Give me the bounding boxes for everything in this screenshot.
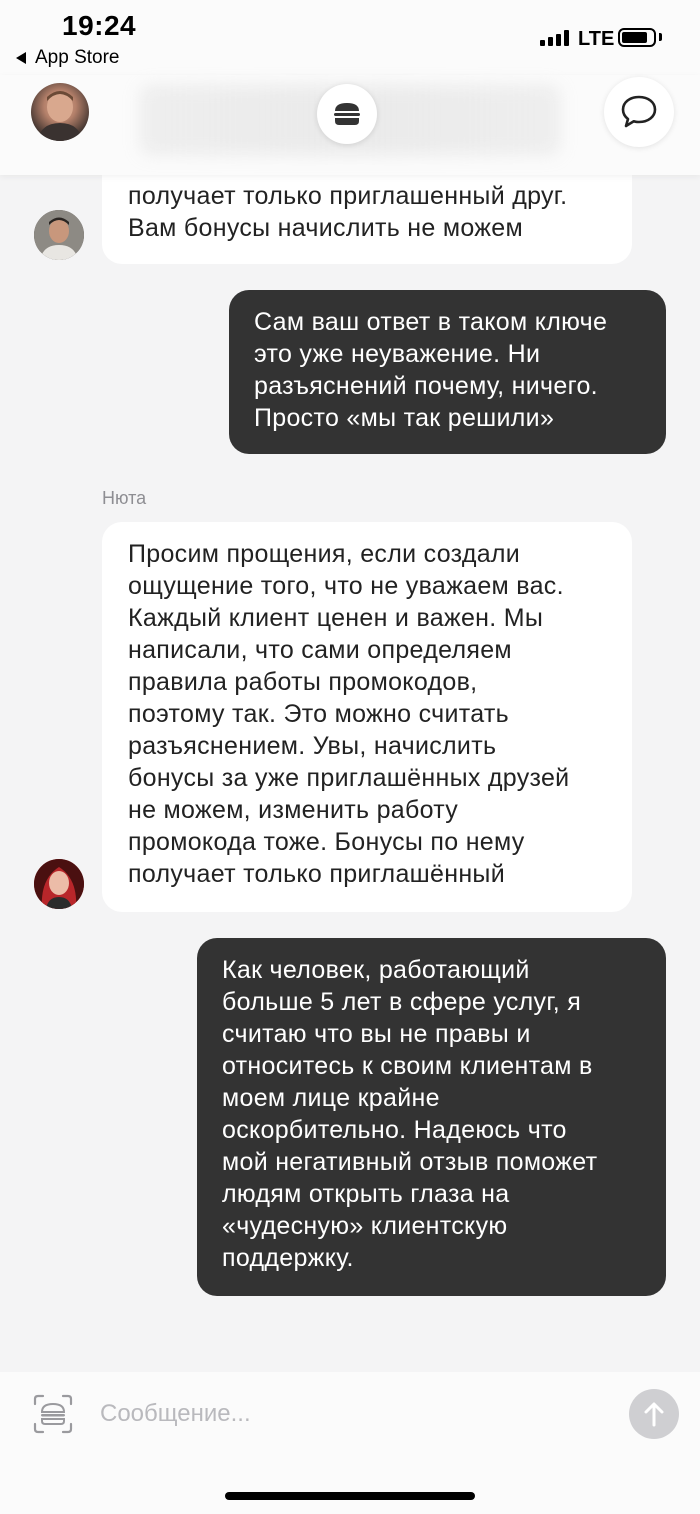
message-line: Каждый клиент ценен и важен. Мы (128, 604, 544, 632)
message-line: поддержку. (222, 1244, 354, 1272)
message-composer (0, 1372, 700, 1514)
status-bar: 19:24 App Store LTE (0, 0, 700, 75)
message-line: относитесь к своим клиентам в (222, 1052, 593, 1080)
message-line: людям открыть глаза на (222, 1180, 510, 1208)
message-line: правила работы промокодов, (128, 668, 478, 696)
burger-icon (334, 103, 360, 125)
message-line: получает только приглашённый (128, 860, 505, 888)
signal-strength-icon (540, 30, 569, 46)
clock: 19:24 (62, 10, 137, 41)
message-line: больше 5 лет в сфере услуг, я (222, 988, 582, 1016)
message-line: не можем, изменить работу (128, 796, 459, 824)
message-line: поэтому так. Это можно считать (128, 700, 509, 728)
arrow-up-icon (644, 1402, 664, 1427)
message-line: Сам ваш ответ в таком ключе (254, 308, 608, 336)
message-line: Просто «мы так решили» (254, 404, 555, 432)
message-line: получает только приглашенный друг. (128, 182, 568, 210)
message-bubble-incoming: Просим прощения, если создали ощущение т… (102, 522, 632, 912)
agent-avatar (34, 210, 84, 260)
message-line: «чудесную» клиентскую (222, 1212, 508, 1240)
send-button[interactable] (629, 1389, 679, 1439)
battery-icon (618, 28, 656, 47)
chat-button[interactable] (604, 77, 674, 147)
message-line: моем лице крайне (222, 1084, 440, 1112)
message-bubble-outgoing: Сам ваш ответ в таком ключе это уже неув… (229, 290, 666, 454)
message-line: Просим прощения, если создали (128, 540, 521, 568)
home-indicator (225, 1492, 475, 1500)
message-line: считаю что вы не правы и (222, 1020, 531, 1048)
back-to-app-store-link[interactable]: App Store (16, 47, 120, 69)
sender-name: Нюта (102, 488, 147, 508)
back-triangle-icon (16, 52, 26, 64)
chat-header (0, 75, 700, 175)
back-app-label: App Store (35, 47, 120, 68)
message-line: Вам бонусы начислить не можем (128, 214, 523, 242)
message-line: оскорбительно. Надеюсь что (222, 1116, 567, 1144)
menu-button[interactable] (317, 84, 377, 144)
message-line: написали, что сами определяем (128, 636, 512, 664)
battery-cap (659, 33, 662, 41)
message-line: Как человек, работающий (222, 956, 530, 984)
message-line: промокода тоже. Бонусы по нему (128, 828, 525, 856)
message-line: мой негативный отзыв поможет (222, 1148, 598, 1176)
message-line: разъяснений почему, ничего. (254, 372, 598, 400)
message-line: ощущение того, что не уважаем вас. (128, 572, 564, 600)
agent-avatar (34, 859, 84, 909)
network-type: LTE (578, 28, 615, 50)
message-line: это уже неуважение. Ни (254, 340, 541, 368)
message-bubble-outgoing: Как человек, работающий больше 5 лет в с… (197, 938, 666, 1296)
message-line: бонусы за уже приглашённых друзей (128, 764, 570, 792)
message-input[interactable] (100, 1394, 600, 1434)
user-avatar[interactable] (31, 83, 89, 141)
message-line: разъяснением. Увы, начислить (128, 732, 497, 760)
chat-bubble-icon (621, 95, 657, 128)
burger-icon (33, 1394, 73, 1434)
menu-scan-button[interactable] (33, 1394, 73, 1434)
